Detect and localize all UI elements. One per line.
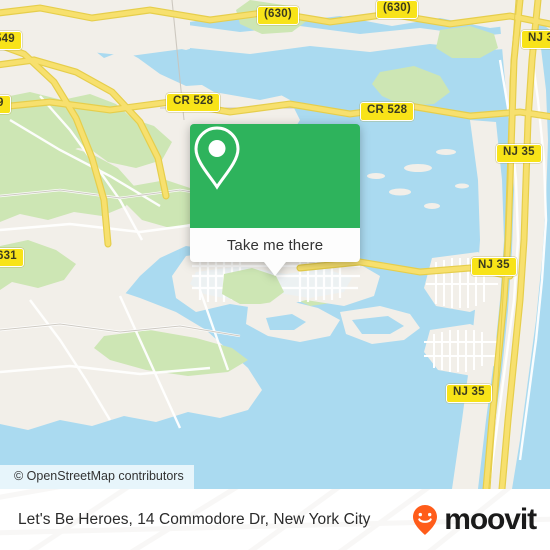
map-pin-icon: [194, 126, 240, 190]
moovit-wordmark: moovit: [444, 502, 537, 536]
callout-pointer: [264, 262, 286, 276]
road-shield: NJ 35: [471, 257, 517, 276]
road-shield: 549: [0, 31, 22, 50]
road-shield: (630): [257, 6, 299, 25]
road-shield: NJ 35: [496, 144, 542, 163]
map-canvas[interactable]: (630) (630) 549 NJ 35 CR 528 CR 528 9 NJ 35 NJ 3…: [0, 0, 550, 489]
take-me-there-label: Take me there: [226, 236, 324, 254]
road-shield: 631: [0, 248, 24, 267]
take-me-there-button[interactable]: Take me there: [190, 228, 360, 276]
moovit-logo[interactable]: moovit: [408, 502, 537, 537]
callout-icon-area: [190, 124, 360, 228]
moovit-smiley-pin-icon: [413, 504, 438, 535]
moovit-map-screenshot: (630) (630) 549 NJ 35 CR 528 CR 528 9 NJ 35 NJ 3…: [0, 0, 550, 550]
road-shield: 9: [0, 95, 11, 114]
road-shield: NJ 35: [521, 30, 550, 49]
road-shield: (630): [376, 0, 418, 19]
road-shield: CR 528: [166, 93, 221, 112]
osm-attribution[interactable]: © OpenStreetMap contributors: [0, 465, 194, 489]
road-shield: NJ 35: [446, 384, 492, 403]
location-callout-card[interactable]: Take me there: [190, 124, 360, 276]
road-shield: CR 528: [360, 102, 415, 121]
address-label: Let's Be Heroes, 14 Commodore Dr, New Yo…: [18, 510, 371, 528]
footer-bar: Let's Be Heroes, 14 Commodore Dr, New Yo…: [0, 489, 550, 550]
